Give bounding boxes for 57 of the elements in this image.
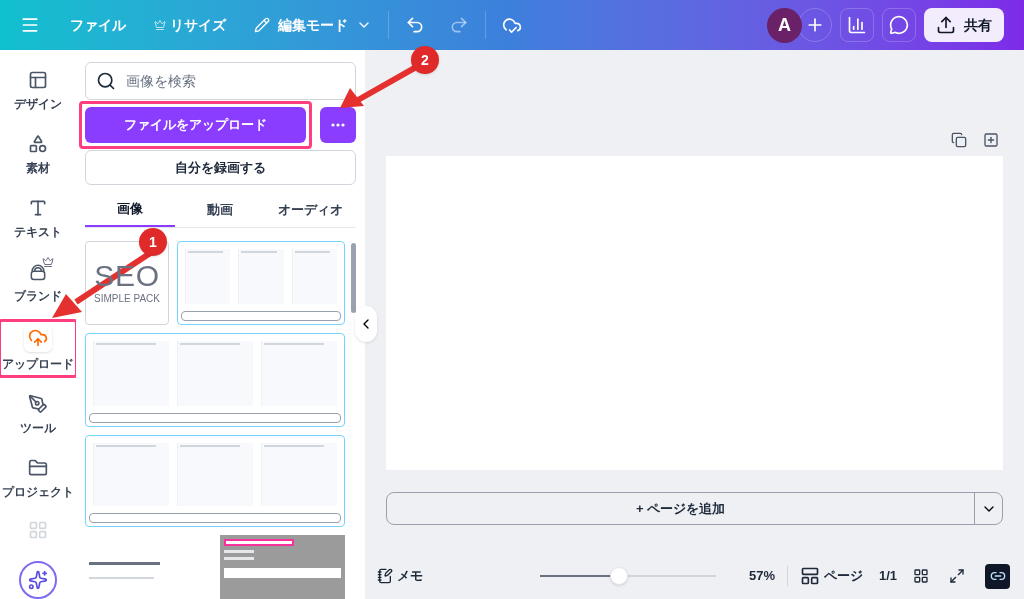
tab[interactable]: オーディオ: [265, 192, 356, 227]
sidebar-item[interactable]: アップロード: [2, 324, 74, 373]
sidebar-item[interactable]: ブランド: [14, 260, 62, 305]
scrollbar[interactable]: [351, 243, 356, 313]
layout-thumbnail[interactable]: [85, 435, 345, 527]
brand-kit-icon: [28, 262, 48, 282]
cloud-check-icon[interactable]: [502, 15, 522, 35]
comment-button[interactable]: [882, 8, 916, 42]
tab[interactable]: 画像: [85, 192, 176, 227]
pages-icon: [800, 566, 821, 586]
fullscreen-icon[interactable]: [949, 568, 966, 584]
share-button[interactable]: 共有: [924, 8, 1004, 42]
insights-button[interactable]: [840, 8, 874, 42]
sidebar-item[interactable]: ツール: [20, 392, 56, 437]
redo-icon[interactable]: [449, 15, 469, 35]
folder-icon: [28, 458, 48, 478]
notes-button[interactable]: メモ: [377, 566, 423, 586]
grid-view-icon[interactable]: [913, 568, 930, 584]
notes-icon: [377, 568, 393, 584]
zoom-slider-thumb[interactable]: [610, 567, 629, 585]
search-field[interactable]: 画像を検索: [85, 62, 356, 100]
link-button[interactable]: [985, 563, 1011, 589]
magic-button[interactable]: [19, 561, 57, 599]
layout-icon: [28, 70, 48, 90]
sidebar-item[interactable]: 素材: [24, 132, 52, 177]
step-number: 2: [411, 46, 439, 74]
shapes-icon: [28, 134, 48, 154]
bar-chart-icon: [847, 15, 867, 35]
sidebar-item[interactable]: プロジェクト: [2, 456, 74, 501]
pen-icon: [28, 394, 48, 414]
cloud-upload-icon: [28, 328, 48, 348]
layout-thumbnail[interactable]: [85, 333, 345, 427]
pages-button[interactable]: ページ: [800, 566, 864, 586]
page-count: 1/1: [879, 567, 898, 586]
add-page-icon[interactable]: [983, 132, 999, 148]
sparkle-icon: [28, 570, 48, 590]
undo-icon[interactable]: [405, 15, 425, 35]
upload-button[interactable]: ファイルをアップロード: [85, 107, 306, 143]
more-icon: [331, 123, 345, 127]
avatar[interactable]: A: [767, 7, 802, 43]
collapse-button[interactable]: [355, 306, 377, 342]
comment-icon: [889, 15, 909, 35]
layout-thumbnail[interactable]: [177, 241, 345, 325]
duplicate-icon[interactable]: [951, 132, 967, 148]
sidebar-item[interactable]: デザイン: [14, 68, 62, 113]
pencil-icon: [254, 17, 270, 33]
tab[interactable]: 動画: [175, 192, 266, 227]
thumbnail-subtitle: SIMPLE PACK: [94, 291, 160, 306]
zoom-reading: 57%: [749, 567, 776, 586]
more-button[interactable]: [320, 107, 356, 143]
menu-icon[interactable]: [20, 15, 40, 35]
sidebar-item[interactable]: テキスト: [14, 196, 62, 241]
text-icon: [28, 198, 48, 218]
record-button[interactable]: 自分を録画する: [85, 150, 356, 185]
screenshot-thumbnail[interactable]: [220, 535, 345, 599]
search-icon: [96, 71, 116, 91]
share-icon: [936, 15, 956, 35]
